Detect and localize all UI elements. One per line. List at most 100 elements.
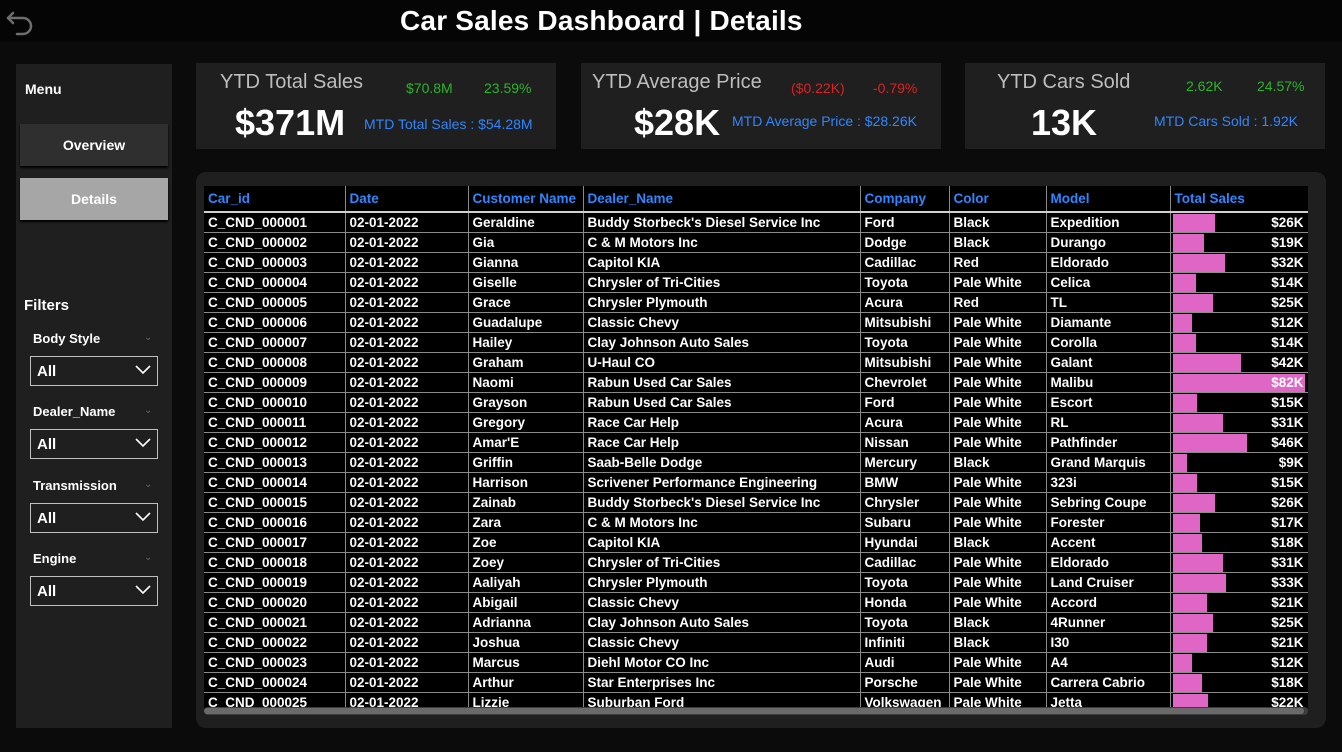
table-row[interactable]: C_CND_000006 02-01-2022 Guadalupe Classic C… — [204, 312, 1308, 333]
table-row[interactable]: C_CND_000015 02-01-2022 Zainab Buddy Storbe… — [204, 492, 1308, 513]
chevron-down-icon[interactable]: ⌄ — [144, 552, 152, 563]
chevron-down-icon[interactable]: ⌄ — [144, 332, 152, 343]
cell-color: Pale White — [949, 552, 1047, 573]
sales-data-bar — [1172, 534, 1202, 552]
horizontal-scrollbar[interactable] — [204, 707, 1308, 715]
kpi-delta: ($0.22K) — [791, 80, 845, 96]
column-header-date[interactable]: Date — [345, 186, 469, 213]
column-header-model[interactable]: Model — [1046, 186, 1171, 213]
cell-dealer-name: Clay Johnson Auto Sales — [583, 612, 861, 633]
sales-data-bar — [1172, 694, 1208, 708]
overview-nav-button[interactable]: Overview — [20, 124, 168, 166]
chevron-down-icon[interactable]: ⌄ — [144, 405, 152, 416]
table-row[interactable]: C_CND_000023 02-01-2022 Marcus Diehl Motor … — [204, 652, 1308, 673]
cell-color: Pale White — [949, 372, 1047, 393]
sales-value: $25K — [1271, 615, 1304, 630]
cell-date: 02-01-2022 — [345, 512, 469, 533]
sales-value: $12K — [1271, 655, 1304, 670]
table-row[interactable]: C_CND_000012 02-01-2022 Amar'E Race Car Hel… — [204, 432, 1308, 453]
table-row[interactable]: C_CND_000010 02-01-2022 Grayson Rabun Used … — [204, 392, 1308, 413]
table-row[interactable]: C_CND_000009 02-01-2022 Naomi Rabun Used Ca… — [204, 372, 1308, 393]
cell-date: 02-01-2022 — [345, 332, 469, 353]
cell-color: Black — [949, 632, 1047, 653]
cell-car-id: C_CND_000015 — [204, 492, 346, 513]
cell-model: Celica — [1046, 272, 1171, 293]
cell-car-id: C_CND_000009 — [204, 372, 346, 393]
sales-data-bar — [1172, 554, 1223, 572]
table-row[interactable]: C_CND_000021 02-01-2022 Adrianna Clay Johns… — [204, 612, 1308, 633]
cell-company: Infiniti — [860, 632, 950, 653]
cell-dealer-name: Capitol KIA — [583, 532, 861, 553]
cell-color: Pale White — [949, 272, 1047, 293]
cell-color: Pale White — [949, 652, 1047, 673]
cell-total-sales: $18K — [1170, 532, 1308, 553]
table-row[interactable]: C_CND_000020 02-01-2022 Abigail Classic Che… — [204, 592, 1308, 613]
details-table[interactable]: Car_id Date Customer Name Dealer_Name Compan… — [204, 186, 1308, 708]
table-row[interactable]: C_CND_000019 02-01-2022 Aaliyah Chrysler Pl… — [204, 572, 1308, 593]
transmission-filter-label: Transmission — [33, 478, 117, 493]
cell-date: 02-01-2022 — [345, 652, 469, 673]
table-row[interactable]: C_CND_000003 02-01-2022 Gianna Capitol KIA C… — [204, 252, 1308, 273]
table-row[interactable]: C_CND_000011 02-01-2022 Gregory Race Car He… — [204, 412, 1308, 433]
ytd-cars-sold-card: YTD Cars Sold 2.62K 24.57% 13K MTD Cars … — [965, 63, 1325, 149]
cell-model: A4 — [1046, 652, 1171, 673]
cell-company: Toyota — [860, 572, 950, 593]
column-header-customer-name[interactable]: Customer Name — [468, 186, 584, 213]
cell-car-id: C_CND_000016 — [204, 512, 346, 533]
table-row[interactable]: C_CND_000022 02-01-2022 Joshua Classic Chev… — [204, 632, 1308, 653]
sales-value: $82K — [1271, 375, 1304, 390]
table-row[interactable]: C_CND_000013 02-01-2022 Griffin Saab-Belle … — [204, 452, 1308, 473]
table-row[interactable]: C_CND_000018 02-01-2022 Zoey Chrysler of Tr… — [204, 552, 1308, 573]
cell-dealer-name: Diehl Motor CO Inc — [583, 652, 861, 673]
table-row[interactable]: C_CND_000004 02-01-2022 Giselle Chrysler of… — [204, 272, 1308, 293]
cell-model: Durango — [1046, 232, 1171, 253]
sales-data-bar — [1172, 334, 1196, 352]
column-header-total-sales[interactable]: Total Sales — [1170, 186, 1308, 213]
column-header-color[interactable]: Color — [949, 186, 1047, 213]
cell-company: Ford — [860, 212, 950, 233]
cell-customer-name: Lizzie — [468, 692, 584, 708]
cell-dealer-name: Buddy Storbeck's Diesel Service Inc — [583, 212, 861, 233]
sales-data-bar — [1172, 574, 1226, 592]
cell-customer-name: Gia — [468, 232, 584, 253]
cell-dealer-name: Classic Chevy — [583, 312, 861, 333]
cell-model: Sebring Coupe — [1046, 492, 1171, 513]
table-row[interactable]: C_CND_000016 02-01-2022 Zara C & M Motors I… — [204, 512, 1308, 533]
dealer-name-filter-label: Dealer_Name — [33, 404, 116, 419]
table-row[interactable]: C_CND_000008 02-01-2022 Graham U-Haul CO Mit… — [204, 352, 1308, 373]
table-row[interactable]: C_CND_000005 02-01-2022 Grace Chrysler Plym… — [204, 292, 1308, 313]
table-row[interactable]: C_CND_000007 02-01-2022 Hailey Clay Johnson… — [204, 332, 1308, 353]
sales-value: $21K — [1271, 635, 1304, 650]
sales-value: $17K — [1271, 515, 1304, 530]
sales-data-bar — [1172, 614, 1213, 632]
column-header-dealer-name[interactable]: Dealer_Name — [583, 186, 861, 213]
cell-color: Pale White — [949, 572, 1047, 593]
transmission-dropdown[interactable]: All — [30, 503, 158, 533]
table-row[interactable]: C_CND_000002 02-01-2022 Gia C & M Motors In… — [204, 232, 1308, 253]
cell-company: Cadillac — [860, 552, 950, 573]
table-row[interactable]: C_CND_000014 02-01-2022 Harrison Scrivener … — [204, 472, 1308, 493]
column-header-company[interactable]: Company — [860, 186, 950, 213]
undo-arrow-icon[interactable] — [4, 4, 38, 38]
table-row[interactable]: C_CND_000017 02-01-2022 Zoe Capitol KIA Hyun… — [204, 532, 1308, 553]
body-style-dropdown[interactable]: All — [30, 356, 158, 386]
cell-company: Dodge — [860, 232, 950, 253]
sales-data-bar — [1172, 654, 1192, 672]
cell-date: 02-01-2022 — [345, 492, 469, 513]
table-row[interactable]: C_CND_000024 02-01-2022 Arthur Star Enterpr… — [204, 672, 1308, 693]
table-row[interactable]: C_CND_000001 02-01-2022 Geraldine Buddy Sto… — [204, 212, 1308, 233]
chevron-down-icon[interactable]: ⌄ — [144, 479, 152, 490]
engine-dropdown[interactable]: All — [30, 576, 158, 606]
column-header-car-id[interactable]: Car_id — [204, 186, 346, 213]
dealer-name-dropdown[interactable]: All — [30, 429, 158, 459]
cell-model: Malibu — [1046, 372, 1171, 393]
cell-car-id: C_CND_000010 — [204, 392, 346, 413]
cell-date: 02-01-2022 — [345, 232, 469, 253]
scrollbar-thumb[interactable] — [204, 708, 1304, 714]
table-row[interactable]: C_CND_000025 02-01-2022 Lizzie Suburban For… — [204, 692, 1308, 708]
chevron-down-icon — [135, 512, 151, 522]
details-nav-button[interactable]: Details — [20, 178, 168, 220]
cell-total-sales: $14K — [1170, 272, 1308, 293]
sales-value: $25K — [1271, 295, 1304, 310]
cell-date: 02-01-2022 — [345, 432, 469, 453]
